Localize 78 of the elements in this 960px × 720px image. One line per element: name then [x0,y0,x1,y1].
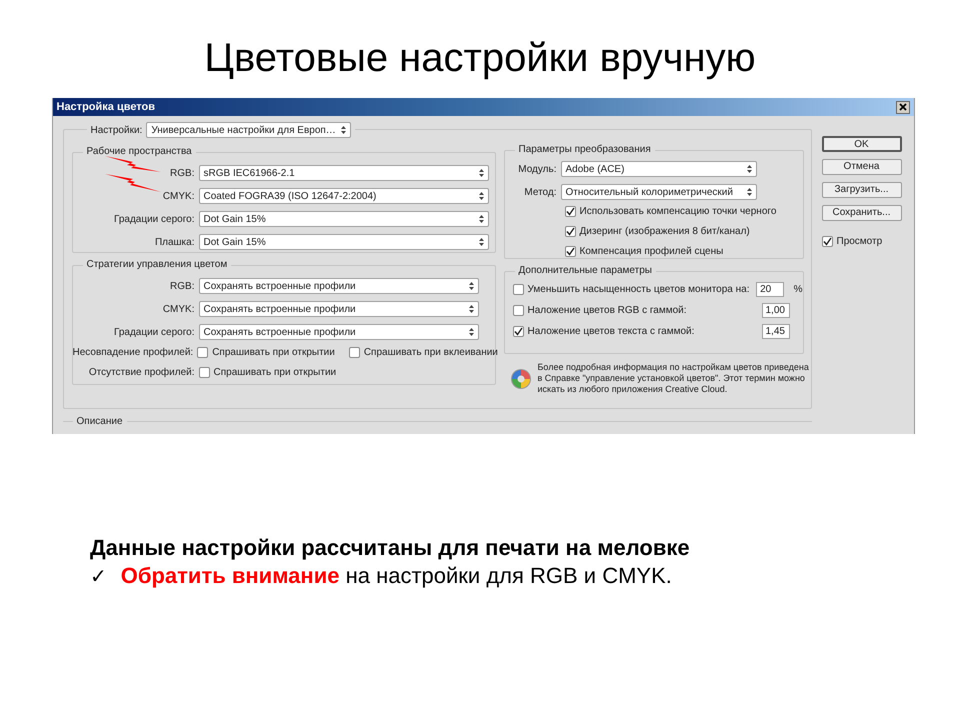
field-label: CMYK: [162,302,194,316]
field-label: Несовпадение профилей: [72,346,194,360]
slide-title: Цветовые настройки вручную [204,35,756,82]
number-field[interactable]: 1,45 [762,324,790,339]
field-label: Градации серого: [112,212,194,226]
note-heading: Данные настройки рассчитаны для печати на меловке [90,534,691,562]
field-label: RGB: [169,166,194,180]
checkbox[interactable] [564,206,576,217]
dropdown[interactable]: sRGB IEC61966-2.1 [198,165,488,181]
color-wheel-icon [510,368,532,390]
checkbox-label: Компенсация профилей сцены [580,245,724,259]
updown-arrows-icon [478,192,484,200]
dropdown[interactable]: Сохранять встроенные профили [198,278,478,294]
dialog-button[interactable]: Сохранить... [822,205,902,221]
checkbox[interactable] [512,284,524,295]
checkbox-label: Наложение цветов RGB с гаммой: [528,304,688,318]
checkbox[interactable] [197,347,208,358]
updown-arrows-icon [478,215,484,223]
updown-arrows-icon [468,328,474,336]
updown-arrows-icon [478,169,484,177]
group-title: Стратегии управления цветом [82,259,232,271]
info-text: Более подробная информация по настройкам цветов приведена в Справке "управление установкой цветов". Этот термин можно искать из любого приложения Creative Cloud. [538,362,810,395]
checkmark-icon [566,247,574,256]
field-label: Модуль: [517,162,556,176]
dropdown[interactable]: Сохранять встроенные профили [198,301,478,317]
dialog-button[interactable]: Загрузить... [822,182,902,198]
checkbox-label: Спрашивать при открытии [214,366,336,380]
checkmark-icon [514,327,522,336]
checkbox-label: Спрашивать при вклеивании [364,346,498,360]
dropdown[interactable]: Coated FOGRA39 (ISO 12647-2:2004) [198,188,488,204]
unit-label: % [794,283,802,297]
checkbox-label: Использовать компенсацию точки черного [580,205,776,219]
dropdown[interactable]: Сохранять встроенные профили [198,324,478,340]
group-title: Параметры преобразования [514,144,655,156]
updown-arrows-icon [746,188,752,196]
close-icon [898,103,906,111]
dropdown[interactable]: Относительный колориметрический [560,184,756,200]
updown-arrows-icon [468,305,474,313]
dialog-button[interactable]: Отмена [822,159,902,175]
window-title: Настройка цветов [56,100,156,115]
field-label: Отсутствие профилей: [88,366,194,380]
checkbox-label: Наложение цветов текста с гаммой: [528,325,696,339]
updown-arrows-icon [478,238,484,246]
close-button[interactable] [896,100,910,114]
note-text: Обратить внимание на настройки для RGB и CMYK. [120,562,672,590]
updown-arrows-icon [746,165,752,173]
checkmark-icon [566,227,574,236]
number-field[interactable]: 20 [756,282,784,297]
checkbox[interactable] [348,347,360,358]
checkbox-label: Уменьшить насыщенность цветов монитора на: [528,283,750,297]
checkbox-label: Просмотр [836,235,882,249]
number-field[interactable]: 1,00 [762,303,790,318]
dropdown[interactable]: Универсальные настройки для Европ… [146,122,352,138]
checkbox[interactable] [564,226,576,237]
checkbox-label: Спрашивать при открытии [212,346,335,360]
group-title: Рабочие пространства [82,146,196,158]
checkbox[interactable] [512,305,524,316]
field-label: CMYK: [162,190,194,204]
checkbox[interactable] [822,236,832,247]
field-label: Плашка: [154,236,194,250]
dropdown[interactable]: Dot Gain 15% [198,234,488,250]
updown-arrows-icon [341,126,346,134]
checkbox[interactable] [198,367,210,378]
field-label: Метод: [523,186,556,200]
dropdown[interactable]: Dot Gain 15% [198,211,488,227]
checkbox[interactable] [512,326,524,337]
field-label: Градации серого: [112,326,194,340]
checkmark-icon [566,207,574,216]
dialog-button[interactable]: OK [822,136,902,152]
bullet-checkmark: ✓ [90,563,107,590]
checkmark-icon [822,237,832,246]
checkbox-label: Дизеринг (изображения 8 бит/канал) [580,225,750,239]
settings-label: Настройки: [90,124,142,138]
dropdown[interactable]: Adobe (ACE) [560,161,756,177]
updown-arrows-icon [468,282,474,290]
field-label: RGB: [169,280,194,294]
group-title: Дополнительные параметры [514,265,656,277]
checkbox[interactable] [564,246,576,257]
